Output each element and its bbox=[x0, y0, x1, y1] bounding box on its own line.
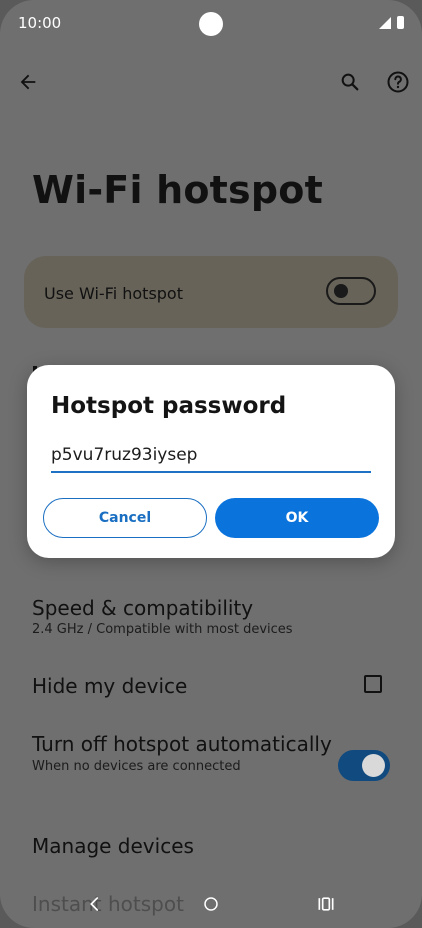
help-button[interactable] bbox=[378, 62, 418, 102]
dialog-title: Hotspot password bbox=[51, 393, 287, 419]
turn-off-row[interactable]: Turn off hotspot automatically When no d… bbox=[32, 732, 332, 775]
phone-screen: 10:00 Wi-Fi hotspot Use Wi-Fi hotspot Sp… bbox=[0, 0, 422, 928]
use-hotspot-card[interactable]: Use Wi-Fi hotspot bbox=[24, 256, 398, 328]
speed-compatibility-row[interactable]: Speed & compatibility 2.4 GHz / Compatib… bbox=[32, 596, 293, 637]
cancel-button[interactable]: Cancel bbox=[43, 498, 207, 538]
arrow-left-icon bbox=[20, 74, 36, 90]
circle-home-icon bbox=[204, 897, 218, 911]
search-icon bbox=[341, 73, 359, 91]
nav-home-button[interactable] bbox=[199, 892, 223, 916]
toggle-knob bbox=[362, 754, 385, 777]
status-icons bbox=[379, 16, 404, 29]
chevron-left-icon bbox=[90, 897, 99, 911]
back-button[interactable] bbox=[8, 62, 48, 102]
toggle-knob bbox=[334, 284, 348, 298]
hide-device-title: Hide my device bbox=[32, 674, 188, 698]
turn-off-toggle[interactable] bbox=[338, 750, 390, 781]
search-button[interactable] bbox=[330, 62, 370, 102]
speed-title: Speed & compatibility bbox=[32, 596, 254, 620]
hide-device-checkbox[interactable] bbox=[364, 675, 382, 693]
nav-back-button[interactable] bbox=[83, 892, 107, 916]
navigation-bar bbox=[0, 880, 422, 928]
turn-off-subtitle: When no devices are connected bbox=[32, 759, 241, 774]
help-circle-icon bbox=[387, 71, 409, 93]
speed-subtitle: 2.4 GHz / Compatible with most devices bbox=[32, 622, 293, 637]
use-hotspot-toggle[interactable] bbox=[326, 277, 376, 305]
page-title: Wi-Fi hotspot bbox=[32, 168, 323, 212]
manage-devices-row[interactable]: Manage devices bbox=[32, 834, 194, 858]
use-hotspot-label: Use Wi-Fi hotspot bbox=[44, 284, 183, 303]
turn-off-title: Turn off hotspot automatically bbox=[32, 732, 332, 756]
signal-icon bbox=[379, 16, 391, 29]
app-bar bbox=[0, 58, 422, 106]
password-input[interactable] bbox=[51, 443, 371, 473]
nav-recents-button[interactable] bbox=[314, 892, 338, 916]
status-bar: 10:00 bbox=[0, 0, 422, 46]
ok-button[interactable]: OK bbox=[215, 498, 379, 538]
manage-devices-title: Manage devices bbox=[32, 834, 194, 858]
battery-icon bbox=[397, 16, 404, 29]
status-time: 10:00 bbox=[18, 14, 62, 32]
hide-device-row[interactable]: Hide my device bbox=[32, 674, 187, 698]
camera-cutout bbox=[199, 12, 223, 36]
recents-icon bbox=[318, 897, 334, 911]
hotspot-password-dialog: Hotspot password Cancel OK bbox=[27, 365, 395, 558]
